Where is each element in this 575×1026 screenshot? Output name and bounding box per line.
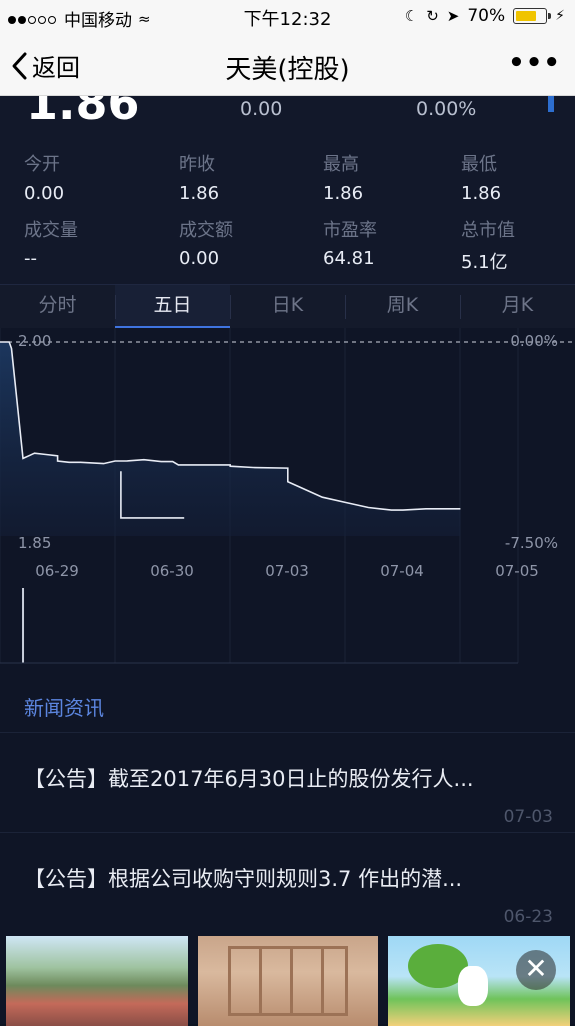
y-max-label: 2.00: [18, 332, 51, 350]
stats-grid: 今开 0.00 昨收 1.86 最高 1.86 最低 1.86 成交量 -- 成…: [0, 128, 575, 284]
ad-image-crowd[interactable]: [6, 936, 188, 1026]
news-item-date: 07-03: [503, 807, 553, 827]
scroll-indicator: [548, 96, 554, 112]
x-axis-label: 07-03: [265, 562, 309, 580]
stat-label-low: 最低: [461, 154, 497, 175]
tab-divider: [115, 295, 116, 319]
battery-icon: [513, 8, 552, 24]
news-header-title: 新闻资讯: [24, 696, 104, 720]
stat-label-volume: 成交量: [24, 220, 78, 241]
ad-image-room[interactable]: [198, 936, 378, 1026]
price-row: 1.86 0.00 0.00%: [0, 96, 575, 128]
stat-value-volume: --: [24, 248, 37, 269]
stat-label-high: 最高: [323, 154, 359, 175]
stat-label-market-cap: 总市值: [461, 220, 515, 241]
stat-label-prev-close: 昨收: [179, 154, 215, 175]
tab-intraday[interactable]: 分时: [0, 285, 115, 329]
status-right: ☾ ↻ ➤ 70% ⚡: [405, 6, 565, 26]
news-item-title: 【公告】截至2017年6月30日止的股份发行人...: [24, 767, 474, 791]
stat-value-pe: 64.81: [323, 248, 375, 269]
tab-monthly-k[interactable]: 月K: [460, 285, 575, 329]
nav-bar: 返回 天美(控股) •••: [0, 34, 575, 96]
stat-value-market-cap: 5.1亿: [461, 252, 508, 273]
news-item-title: 【公告】根据公司收购守则规则3.7 作出的潜...: [24, 867, 463, 891]
x-axis-label: 07-04: [380, 562, 424, 580]
stat-value-low: 1.86: [461, 183, 502, 204]
moon-icon: ☾: [404, 7, 419, 25]
stat-label-turnover: 成交额: [179, 220, 233, 241]
x-axis-label: 07-05: [495, 562, 539, 580]
rotation-lock-icon: ↻: [426, 7, 439, 25]
price-change-pct: 0.00%: [416, 98, 477, 120]
news-section-header: 新闻资讯: [0, 678, 575, 732]
chart-svg: 2.00 1.85 0.00% -7.50% 06-29 06-30 07-03 07…: [0, 328, 575, 664]
news-item[interactable]: 【公告】截至2017年6月30日止的股份发行人... 07-03: [0, 732, 575, 832]
more-button[interactable]: •••: [508, 48, 561, 78]
chart-tabs: 分时 五日 日K 周K 月K: [0, 284, 575, 329]
stat-value-high: 1.86: [323, 183, 364, 204]
stat-value-turnover: 0.00: [179, 248, 220, 269]
price-chart[interactable]: 2.00 1.85 0.00% -7.50% 06-29 06-30 07-03 07…: [0, 328, 575, 678]
ad-image-cartoon[interactable]: ✕: [388, 936, 570, 1026]
page-title: 天美(控股): [225, 55, 350, 85]
close-icon[interactable]: ✕: [516, 950, 556, 990]
battery-percent: 70%: [467, 6, 506, 26]
shelf-graphic: [228, 946, 348, 1016]
tab-five-day[interactable]: 五日: [115, 285, 230, 329]
charging-icon: ⚡: [555, 8, 565, 24]
news-item[interactable]: 【公告】根据公司收购守则规则3.7 作出的潜... 06-23: [0, 832, 575, 927]
y-min-label: 1.85: [18, 534, 51, 552]
x-axis-label: 06-29: [35, 562, 79, 580]
x-axis-label: 06-30: [150, 562, 194, 580]
status-bar: 中国移动 ≈ 下午12:32 ☾ ↻ ➤ 70% ⚡: [0, 0, 575, 34]
stat-value-open: 0.00: [24, 183, 65, 204]
location-icon: ➤: [446, 7, 460, 25]
pct-max-label: 0.00%: [510, 332, 558, 350]
pct-min-label: -7.50%: [505, 534, 558, 552]
tab-divider: [460, 295, 461, 319]
stat-value-prev-close: 1.86: [179, 183, 220, 204]
news-item-date: 06-23: [503, 907, 553, 927]
stat-label-open: 今开: [24, 154, 60, 175]
stat-label-pe: 市盈率: [323, 220, 377, 241]
bunny-graphic: [458, 966, 488, 1006]
tab-divider: [230, 295, 231, 319]
price-change: 0.00: [240, 98, 283, 120]
tab-weekly-k[interactable]: 周K: [345, 285, 460, 329]
tab-daily-k[interactable]: 日K: [230, 285, 345, 329]
current-price: 1.86: [26, 96, 140, 128]
tab-divider: [345, 295, 346, 319]
ad-banner[interactable]: ✕: [0, 926, 575, 1026]
